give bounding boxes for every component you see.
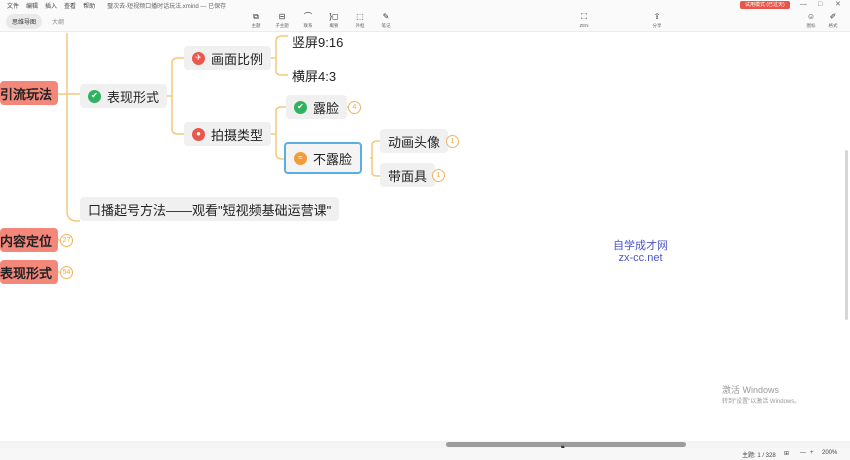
relationship-button-label: 联系 <box>303 23 313 28</box>
menu-bar: 文件 编辑 插入 查看 帮助 璧次去-短视频口播时话玩法.xmind — 已保存 <box>0 0 850 10</box>
toolbar: 思维导图 大纲 ⧉ 主题 ⊟ 子主题 ⌒ 联系 }◻ 概要 ⬚ 外框 ✎ 笔记 … <box>0 10 850 32</box>
connector-noface-split <box>370 140 380 177</box>
wave-icon: ≈ <box>294 151 307 165</box>
share-button-label: 分享 <box>652 23 662 28</box>
view-tabs: 思维导图 大纲 <box>6 14 70 29</box>
activate-windows-notice: 激活 Windows 转到"设置"以激活 Windows。 <box>722 383 800 405</box>
main-topic-content[interactable]: 内容定位 <box>0 228 59 252</box>
topic-animation[interactable]: 动画头像 <box>380 129 449 153</box>
collapsed-count-badge[interactable]: 27 <box>60 234 73 247</box>
topic-label: 画面比例 <box>211 51 264 67</box>
format-button-label: 格式 <box>828 23 838 28</box>
topic-label: 带面具 <box>388 168 428 184</box>
topic-count: 主题: 1 / 328 <box>742 453 776 459</box>
rocket-icon: ✈ <box>192 51 205 65</box>
person-icon: ● <box>192 127 205 141</box>
collapsed-count-badge[interactable]: 1 <box>432 169 445 182</box>
menu-file[interactable]: 文件 <box>7 1 19 10</box>
share-icon: ⇪ <box>653 12 661 21</box>
menu-help[interactable]: 帮助 <box>83 1 95 10</box>
topic-mask[interactable]: 带面具 <box>380 163 436 187</box>
menu-edit[interactable]: 编辑 <box>26 1 38 10</box>
connector-trunk <box>66 33 80 222</box>
topic-opening-method[interactable]: 口播起号方法——观看"短视频基础运营课" <box>80 197 340 221</box>
topic-label: 竖屏9:16 <box>292 34 344 50</box>
maximize-icon[interactable]: □ <box>818 0 822 10</box>
collapsed-count-badge[interactable]: 4 <box>348 101 361 114</box>
summary-button[interactable]: }◻ 概要 <box>323 11 345 31</box>
activate-subtitle: 转到"设置"以激活 Windows。 <box>722 399 801 405</box>
document-title: 璧次去-短视频口播时话玩法.xmind — 已保存 <box>107 3 227 10</box>
collapsed-count-badge[interactable]: 1 <box>446 135 459 148</box>
check-icon: ✔ <box>294 100 307 114</box>
minimize-icon[interactable]: — <box>800 0 807 10</box>
topic-label: 拍摄类型 <box>211 127 264 143</box>
note-icon: ✎ <box>382 12 390 21</box>
zoom-level[interactable]: 200% <box>822 450 837 456</box>
note-button-label: 笔记 <box>381 23 391 28</box>
topic-button-label: 主题 <box>251 23 261 28</box>
topic-label: 横屏4:3 <box>292 68 337 84</box>
topic-label: 表现形式 <box>107 89 160 105</box>
zen-button-label: ZEN <box>579 23 589 28</box>
topic-shoot-type[interactable]: ● 拍摄类型 <box>184 122 272 146</box>
boundary-button-label: 外框 <box>355 23 365 28</box>
topic-vertical[interactable]: 竖屏9:16 <box>288 33 347 52</box>
boundary-button[interactable]: ⬚ 外框 <box>349 11 371 31</box>
topic-expression[interactable]: ✔ 表现形式 <box>80 84 168 108</box>
collapsed-count-badge[interactable]: 54 <box>60 266 73 279</box>
map-icon[interactable]: ⊞ <box>784 450 789 457</box>
menu-insert[interactable]: 插入 <box>45 1 57 10</box>
relationship-icon: ⌒ <box>304 12 312 21</box>
boundary-icon: ⬚ <box>356 12 364 21</box>
summary-icon: }◻ <box>329 12 339 21</box>
zoom-in-icon[interactable]: + <box>810 450 814 456</box>
note-button[interactable]: ✎ 笔记 <box>375 11 397 31</box>
emoji-button-label: 图标 <box>806 23 816 28</box>
tab-outline[interactable]: 大纲 <box>46 14 70 29</box>
zen-icon: ⛶ <box>581 12 587 21</box>
topic-button[interactable]: ⧉ 主题 <box>245 11 267 31</box>
format-icon: ✐ <box>829 12 837 21</box>
relationship-button[interactable]: ⌒ 联系 <box>297 11 319 31</box>
main-topic-label: 表现形式 <box>0 265 53 281</box>
summary-button-label: 概要 <box>329 23 339 28</box>
trial-mode-badge[interactable]: 试用模式 (已过天) <box>740 1 790 9</box>
subtopic-button[interactable]: ⊟ 子主题 <box>271 11 293 31</box>
topic-label: 口播起号方法——观看"短视频基础运营课" <box>88 202 332 218</box>
menu-view[interactable]: 查看 <box>64 1 76 10</box>
topic-label: 露脸 <box>313 100 340 116</box>
topic-label: 动画头像 <box>388 134 441 150</box>
topic-horizontal[interactable]: 横屏4:3 <box>288 64 340 86</box>
close-icon[interactable]: ✕ <box>835 0 841 10</box>
activate-title: 激活 Windows <box>722 385 780 395</box>
topic-show-face[interactable]: ✔ 露脸 <box>286 95 348 119</box>
site-watermark: 自学成才网 zx-cc.net <box>613 240 668 264</box>
subtopic-icon: ⊟ <box>278 12 286 21</box>
topic-label: 不露脸 <box>313 151 353 167</box>
format-button[interactable]: ✐ 格式 <box>822 11 844 31</box>
check-icon: ✔ <box>88 89 101 103</box>
share-button[interactable]: ⇪ 分享 <box>646 11 668 31</box>
vertical-scrollbar[interactable] <box>845 150 848 320</box>
main-topic-traffic[interactable]: 引流玩法 <box>0 81 59 105</box>
main-topic-label: 引流玩法 <box>0 86 53 102</box>
main-topic-form[interactable]: 表现形式 <box>0 260 59 284</box>
watermark-line1: 自学成才网 <box>613 240 668 252</box>
watermark-line2: zx-cc.net <box>618 252 663 264</box>
zoom-out-icon[interactable]: — <box>800 450 806 456</box>
topic-icon: ⧉ <box>253 12 259 21</box>
topic-no-face[interactable]: ≈ 不露脸 <box>284 142 363 174</box>
horizontal-scrollbar-track[interactable] <box>0 441 850 448</box>
emoji-icon: ☺ <box>806 12 816 21</box>
emoji-button[interactable]: ☺ 图标 <box>800 11 822 31</box>
main-topic-label: 内容定位 <box>0 233 53 249</box>
subtopic-button-label: 子主题 <box>275 23 289 28</box>
status-bar: 主题: 1 / 328 ⊞ — + 200% <box>0 448 850 460</box>
zen-button[interactable]: ⛶ ZEN <box>573 11 595 31</box>
topic-ratio[interactable]: ✈ 画面比例 <box>184 46 272 70</box>
mindmap-canvas[interactable]: 引流玩法 ✔ 表现形式 ✈ 画面比例 竖屏9:16 横屏4:3 ● 拍摄类型 ✔… <box>0 33 850 441</box>
tab-mindmap[interactable]: 思维导图 <box>6 14 43 29</box>
